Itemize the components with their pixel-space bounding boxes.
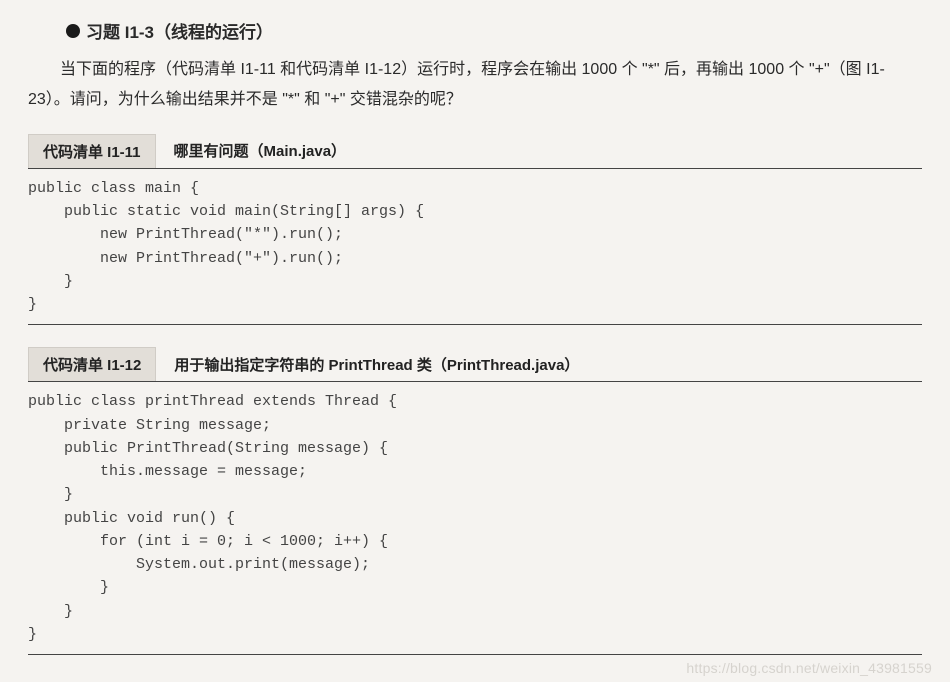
- listing-1-title: 哪里有问题（Main.java）: [156, 140, 347, 161]
- bullet-icon: [66, 24, 80, 38]
- listing-2-label: 代码清单 I1-12: [28, 347, 156, 381]
- listing-1-label: 代码清单 I1-11: [28, 134, 156, 168]
- listing-1-code: public class main { public static void m…: [28, 169, 922, 326]
- title-text: 习题 I1-3（线程的运行）: [86, 18, 273, 43]
- watermark-text: https://blog.csdn.net/weixin_43981559: [686, 660, 932, 676]
- exercise-title: 习题 I1-3（线程的运行）: [66, 18, 922, 43]
- listing-2-header: 代码清单 I1-12 用于输出指定字符串的 PrintThread 类（Prin…: [28, 347, 922, 382]
- listing-2-title: 用于输出指定字符串的 PrintThread 类（PrintThread.jav…: [156, 354, 579, 375]
- listing-2-code: public class printThread extends Thread …: [28, 382, 922, 655]
- exercise-description: 当下面的程序（代码清单 I1-11 和代码清单 I1-12）运行时，程序会在输出…: [28, 55, 922, 116]
- listing-1-header: 代码清单 I1-11 哪里有问题（Main.java）: [28, 134, 922, 169]
